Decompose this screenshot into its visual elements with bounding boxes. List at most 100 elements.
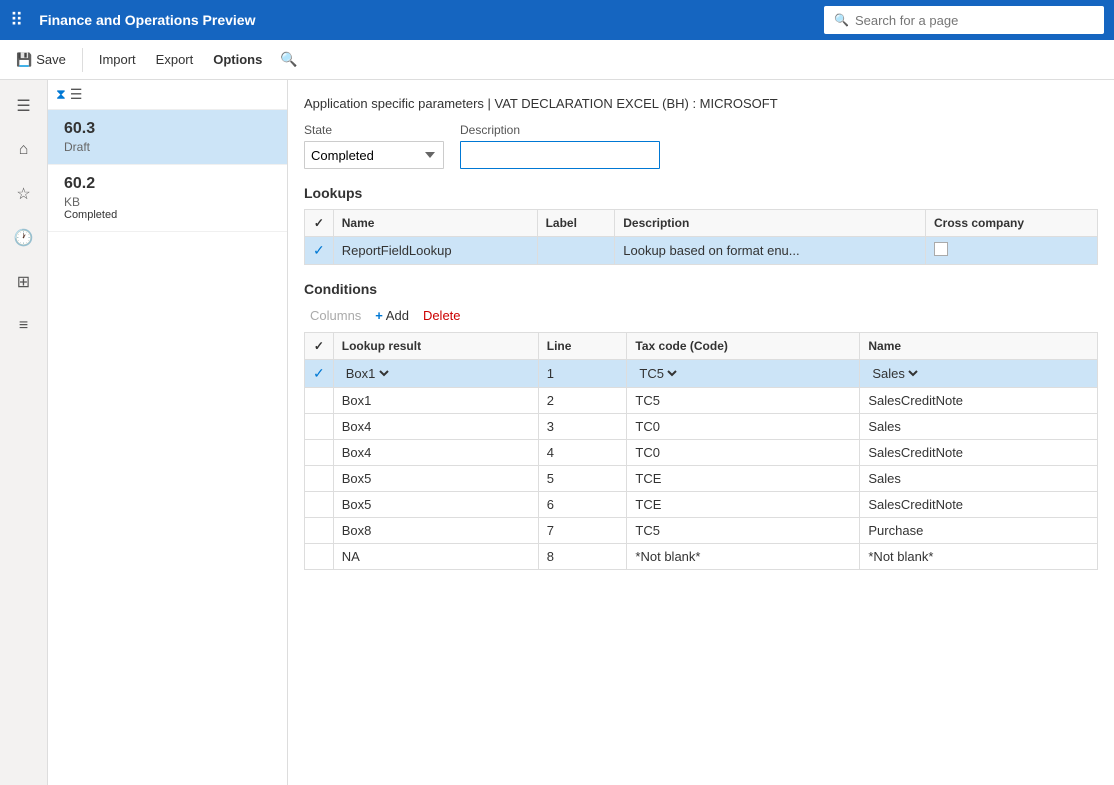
list-item-1[interactable]: 60.3 Draft xyxy=(48,110,287,165)
options-button[interactable]: Options xyxy=(205,48,270,71)
conditions-header-row: ✓ Lookup result Line Tax code (Code) Nam… xyxy=(305,333,1098,360)
conditions-row-7-line: 7 xyxy=(538,518,627,544)
conditions-row-3[interactable]: Box43TC0Sales xyxy=(305,414,1098,440)
lookups-header-row: ✓ Name Label Description Cross company xyxy=(305,210,1098,237)
description-label: Description xyxy=(460,123,660,137)
conditions-row-4-tax-code: TC0 xyxy=(627,440,860,466)
app-title: Finance and Operations Preview xyxy=(39,12,814,28)
lookups-title: Lookups xyxy=(304,185,1098,201)
conditions-row-6-tax-code: TCE xyxy=(627,492,860,518)
conditions-row-6[interactable]: Box56TCESalesCreditNote xyxy=(305,492,1098,518)
list-item-2-tag: Completed xyxy=(64,209,271,221)
conditions-row-4[interactable]: Box44TC0SalesCreditNote xyxy=(305,440,1098,466)
conditions-row-1-name-select[interactable]: Sales xyxy=(868,365,921,382)
list-item-2-title: 60.2 xyxy=(64,175,271,193)
filter-icon[interactable]: ⧗ xyxy=(56,86,66,103)
conditions-row-7[interactable]: Box87TC5Purchase xyxy=(305,518,1098,544)
conditions-col-check: ✓ xyxy=(305,333,334,360)
conditions-row-1-line: 1 xyxy=(538,360,627,388)
conditions-row-7-check xyxy=(305,518,334,544)
conditions-row-5[interactable]: Box55TCESales xyxy=(305,466,1098,492)
conditions-row-4-name: SalesCreditNote xyxy=(860,440,1098,466)
save-button[interactable]: 💾 Save xyxy=(8,48,74,72)
nav-modules[interactable]: ≡ xyxy=(6,308,42,344)
app-grid-icon[interactable]: ⠿ xyxy=(10,10,23,31)
nav-hamburger[interactable]: ☰ xyxy=(6,88,42,124)
nav-favorites[interactable]: ☆ xyxy=(6,176,42,212)
conditions-row-4-check xyxy=(305,440,334,466)
conditions-row-5-check xyxy=(305,466,334,492)
lookups-row-1-check: ✓ xyxy=(305,237,334,265)
lookups-col-name: Name xyxy=(333,210,537,237)
nav-recent[interactable]: 🕐 xyxy=(6,220,42,256)
list-item-1-subtitle: Draft xyxy=(64,140,271,154)
conditions-row-3-line: 3 xyxy=(538,414,627,440)
export-label: Export xyxy=(156,52,194,67)
conditions-row-6-name: SalesCreditNote xyxy=(860,492,1098,518)
conditions-row-2[interactable]: Box12TC5SalesCreditNote xyxy=(305,388,1098,414)
conditions-row-1-tax-code: TC5 xyxy=(627,360,860,388)
conditions-row-5-lookup-result: Box5 xyxy=(333,466,538,492)
add-button[interactable]: + Add xyxy=(369,305,415,326)
add-plus-icon: + xyxy=(375,308,383,323)
conditions-row-4-lookup-result: Box4 xyxy=(333,440,538,466)
delete-button[interactable]: Delete xyxy=(417,305,467,326)
conditions-row-7-name: Purchase xyxy=(860,518,1098,544)
conditions-row-8-line: 8 xyxy=(538,544,627,570)
import-button[interactable]: Import xyxy=(91,48,144,71)
conditions-row-8-tax-code: *Not blank* xyxy=(627,544,860,570)
search-input[interactable] xyxy=(855,13,1094,28)
lookups-row-1-label xyxy=(537,237,615,265)
conditions-row-7-lookup-result: Box8 xyxy=(333,518,538,544)
lookups-col-check: ✓ xyxy=(305,210,334,237)
description-form-group: Description xyxy=(460,123,660,169)
lookups-row-1-description: Lookup based on format enu... xyxy=(615,237,926,265)
state-label: State xyxy=(304,123,444,137)
lookups-section: Lookups ✓ Name Label Description Cross c… xyxy=(304,185,1098,265)
toolbar-separator xyxy=(82,48,83,72)
conditions-toolbar: Columns + Add Delete xyxy=(304,305,1098,326)
conditions-table: ✓ Lookup result Line Tax code (Code) Nam… xyxy=(304,332,1098,570)
description-input[interactable] xyxy=(460,141,660,169)
conditions-row-8[interactable]: NA8*Not blank**Not blank* xyxy=(305,544,1098,570)
conditions-row-8-lookup-result: NA xyxy=(333,544,538,570)
conditions-section: Conditions Columns + Add Delete ✓ Lookup xyxy=(304,281,1098,570)
conditions-row-1[interactable]: ✓Box11TC5Sales xyxy=(305,360,1098,388)
lookups-col-cross-company: Cross company xyxy=(925,210,1097,237)
lookups-row-1[interactable]: ✓ ReportFieldLookup Lookup based on form… xyxy=(305,237,1098,265)
side-nav: ☰ ⌂ ☆ 🕐 ⊞ ≡ xyxy=(0,80,48,785)
lookups-col-label: Label xyxy=(537,210,615,237)
conditions-row-6-line: 6 xyxy=(538,492,627,518)
save-label: Save xyxy=(36,52,66,67)
content-area: Application specific parameters | VAT DE… xyxy=(288,80,1114,785)
conditions-row-8-name: *Not blank* xyxy=(860,544,1098,570)
nav-home[interactable]: ⌂ xyxy=(6,132,42,168)
options-label: Options xyxy=(213,52,262,67)
toolbar-search-icon[interactable]: 🔍 xyxy=(274,47,303,72)
conditions-col-lookup-result: Lookup result xyxy=(333,333,538,360)
conditions-row-1-lookup-select[interactable]: Box1 xyxy=(342,365,392,382)
nav-workspaces[interactable]: ⊞ xyxy=(6,264,42,300)
list-menu-icon[interactable]: ☰ xyxy=(70,86,83,103)
columns-label: Columns xyxy=(310,308,361,323)
conditions-row-1-tax-code-select[interactable]: TC5 xyxy=(635,365,680,382)
top-bar: ⠿ Finance and Operations Preview 🔍 xyxy=(0,0,1114,40)
list-item-2[interactable]: 60.2 KB Completed xyxy=(48,165,287,232)
conditions-col-line: Line xyxy=(538,333,627,360)
lookups-row-1-cross-company[interactable] xyxy=(925,237,1097,265)
lookups-table: ✓ Name Label Description Cross company ✓… xyxy=(304,209,1098,265)
list-panel: ⧗ ☰ 60.3 Draft 60.2 KB Completed xyxy=(48,80,288,785)
conditions-col-name: Name xyxy=(860,333,1098,360)
columns-button[interactable]: Columns xyxy=(304,305,367,326)
conditions-col-tax-code: Tax code (Code) xyxy=(627,333,860,360)
conditions-row-6-check xyxy=(305,492,334,518)
conditions-row-3-check xyxy=(305,414,334,440)
cross-company-checkbox[interactable] xyxy=(934,242,948,256)
export-button[interactable]: Export xyxy=(148,48,202,71)
list-item-2-subtitle: KB xyxy=(64,195,271,209)
search-box: 🔍 xyxy=(824,6,1104,34)
state-select[interactable]: Completed Draft Pending xyxy=(304,141,444,169)
conditions-row-8-check xyxy=(305,544,334,570)
conditions-row-1-lookup-result: Box1 xyxy=(333,360,538,388)
add-label: Add xyxy=(386,308,409,323)
